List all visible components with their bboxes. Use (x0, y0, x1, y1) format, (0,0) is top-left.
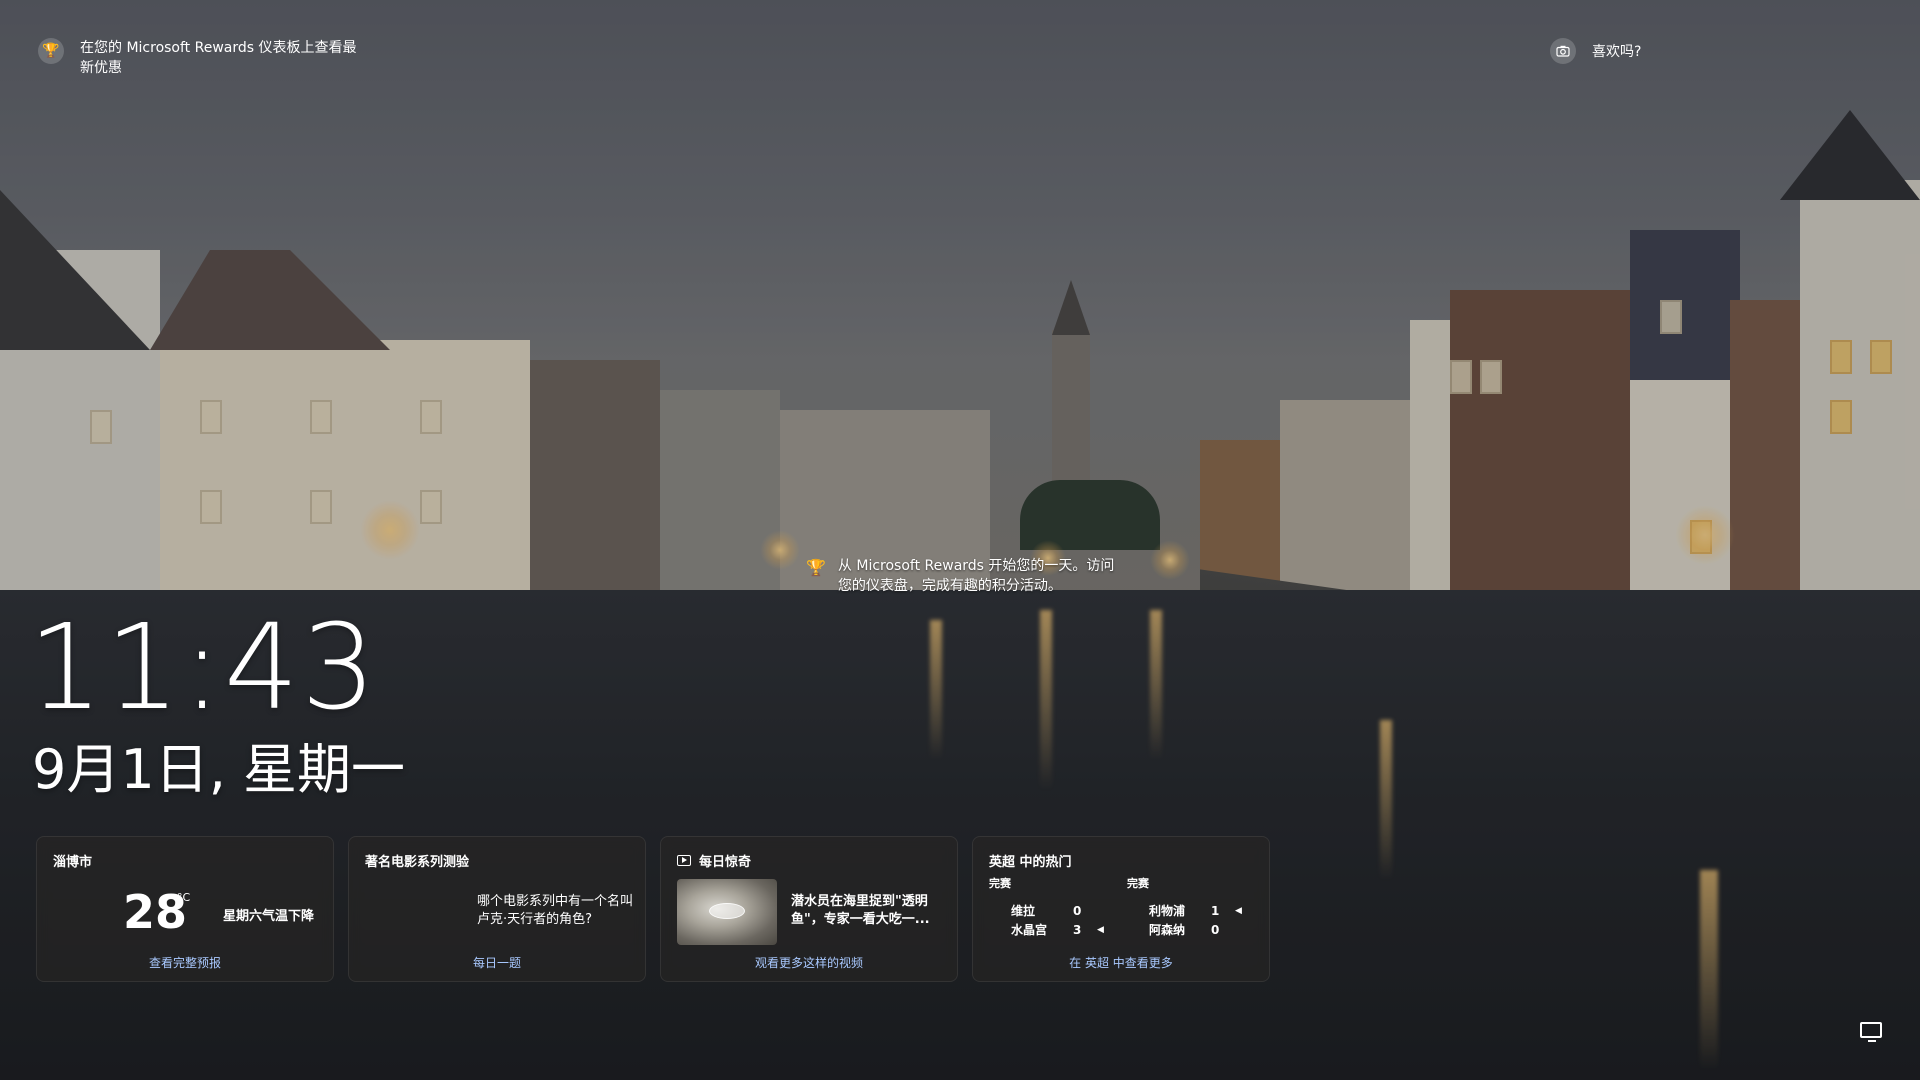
lock-date: 9月1日, 星期一 (32, 738, 406, 801)
team-score: 3 (1073, 922, 1082, 937)
team-name: 维拉 (1011, 904, 1036, 918)
team-score: 0 (1073, 903, 1082, 918)
winner-arrow-icon: ◀ (1097, 924, 1104, 935)
match-status: 完赛 (989, 877, 1011, 890)
match-status: 完赛 (1127, 877, 1149, 890)
widget-cards: 淄博市 28 °C 星期六气温下降 查看完整预报 著名电影系列测验 哪个电影系列… (36, 836, 1270, 982)
like-picture-button[interactable]: 喜欢吗? (1550, 38, 1641, 64)
quiz-daily-link[interactable]: 每日一题 (349, 954, 645, 971)
match-1[interactable]: 完赛 维拉 0 水晶宫 3 ◀ (989, 875, 1129, 939)
team-row: 阿森纳 0 (1127, 920, 1267, 939)
rewards-promo-text: 在您的 Microsoft Rewards 仪表板上查看最新优惠 (80, 40, 357, 76)
team-row: 利物浦 1 ◀ (1127, 901, 1267, 920)
winner-arrow-icon: ◀ (1235, 905, 1242, 916)
quiz-card[interactable]: 著名电影系列测验 哪个电影系列中有一个名叫卢克·天行者的角色? 每日一题 (348, 836, 646, 982)
sports-title: 英超 中的热门 (989, 855, 1072, 870)
weather-unit: °C (177, 891, 191, 904)
quiz-question: 哪个电影系列中有一个名叫卢克·天行者的角色? (477, 894, 634, 927)
video-card-header: 每日惊奇 (677, 851, 941, 870)
lock-clock: 11:43 (28, 598, 379, 736)
team-score: 0 (1211, 922, 1220, 937)
match-2[interactable]: 完赛 利物浦 1 ◀ 阿森纳 0 (1127, 875, 1267, 939)
team-row: 维拉 0 (989, 901, 1129, 920)
trophy-icon: 🏆 (806, 558, 826, 577)
team-name: 水晶宫 (1011, 923, 1048, 937)
video-headline: 潜水员在海里捉到"透明鱼"，专家一看大吃一... (791, 894, 930, 927)
video-card[interactable]: 每日惊奇 潜水员在海里捉到"透明鱼"，专家一看大吃一... 观看更多这样的视频 (660, 836, 958, 982)
weather-card[interactable]: 淄博市 28 °C 星期六气温下降 查看完整预报 (36, 836, 334, 982)
trophy-icon: 🏆 (38, 38, 64, 64)
rewards-hotspot-text: 从 Microsoft Rewards 开始您的一天。访问您的仪表盘，完成有趣的… (837, 558, 1115, 594)
video-icon (677, 855, 691, 866)
like-label: 喜欢吗? (1592, 44, 1642, 60)
video-card-title: 每日惊奇 (699, 855, 752, 870)
monitor-icon[interactable] (1860, 1022, 1882, 1042)
weather-city: 淄博市 (53, 855, 93, 870)
team-name: 阿森纳 (1149, 923, 1186, 937)
team-row: 水晶宫 3 ◀ (989, 920, 1129, 939)
weather-forecast-link[interactable]: 查看完整预报 (37, 954, 333, 971)
fish-thumbnail-shape (709, 903, 745, 919)
team-name: 利物浦 (1149, 904, 1186, 918)
video-thumbnail[interactable] (677, 879, 777, 945)
team-score: 1 (1211, 903, 1220, 918)
quiz-title: 著名电影系列测验 (365, 855, 470, 870)
video-more-link[interactable]: 观看更多这样的视频 (661, 954, 957, 971)
rewards-hotspot[interactable]: 🏆 从 Microsoft Rewards 开始您的一天。访问您的仪表盘，完成有… (806, 556, 1128, 596)
camera-icon (1550, 38, 1576, 64)
sports-card[interactable]: 英超 中的热门 完赛 维拉 0 水晶宫 3 ◀ 完赛 利物浦 1 ◀ 阿森纳 0… (972, 836, 1270, 982)
weather-description: 星期六气温下降 (223, 909, 315, 924)
sports-more-link[interactable]: 在 英超 中查看更多 (973, 954, 1269, 971)
rewards-promo-top[interactable]: 🏆 在您的 Microsoft Rewards 仪表板上查看最新优惠 (38, 38, 370, 78)
